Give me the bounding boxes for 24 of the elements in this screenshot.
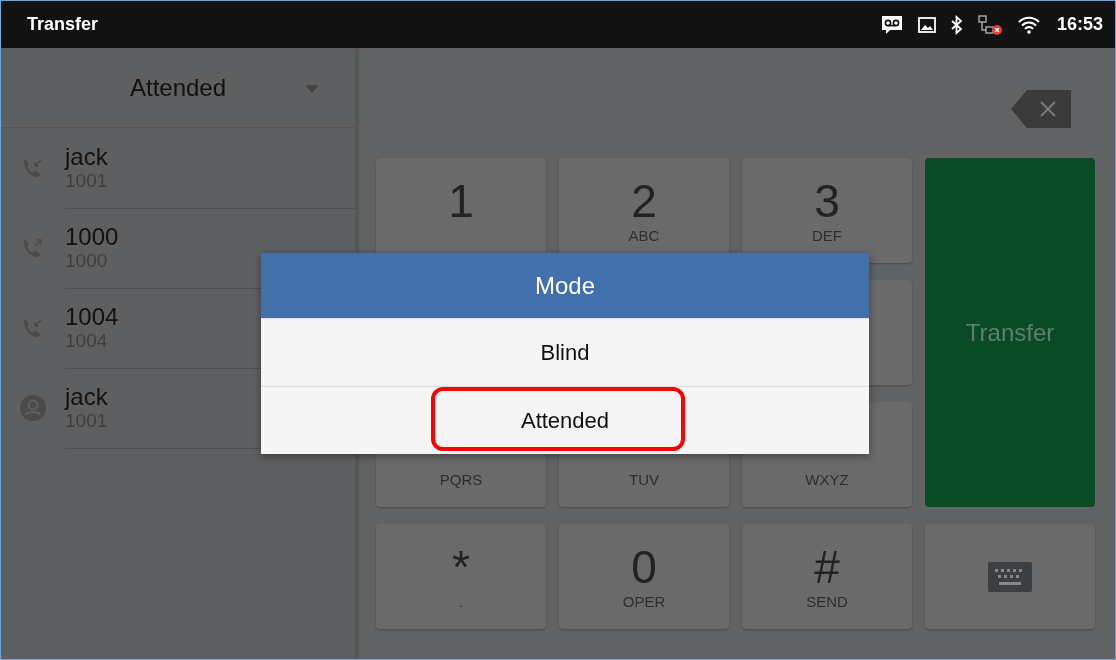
caller-name: jack	[65, 383, 108, 410]
caller-name: jack	[65, 143, 108, 170]
backspace-icon[interactable]	[1011, 90, 1071, 128]
mode-option[interactable]: Blind	[524, 331, 606, 374]
dial-key[interactable]: * .	[376, 524, 546, 629]
caller-name: 1004	[65, 303, 119, 330]
network-error-icon	[976, 13, 1003, 36]
dial-key[interactable]: 0 OPER	[559, 524, 729, 629]
dial-key[interactable]: # SEND	[742, 524, 912, 629]
screen-title: Transfer	[27, 14, 99, 35]
caller-name: 1000	[65, 223, 119, 250]
dial-key[interactable]: 3 DEF	[742, 158, 912, 263]
picture-icon	[916, 14, 937, 35]
transfer-button[interactable]: Transfer	[925, 158, 1095, 507]
bluetooth-icon	[950, 14, 963, 35]
voicemail-icon	[880, 14, 903, 35]
clock-time: 16:53	[1056, 14, 1103, 35]
mode-dropdown[interactable]: Attended	[1, 48, 355, 128]
keyboard-button[interactable]	[925, 524, 1095, 629]
wifi-icon	[1016, 14, 1041, 35]
dialog-title: Mode	[261, 253, 869, 318]
contact-avatar-icon	[20, 395, 46, 421]
caret-icon	[305, 85, 319, 93]
keyboard-icon	[988, 561, 1032, 592]
